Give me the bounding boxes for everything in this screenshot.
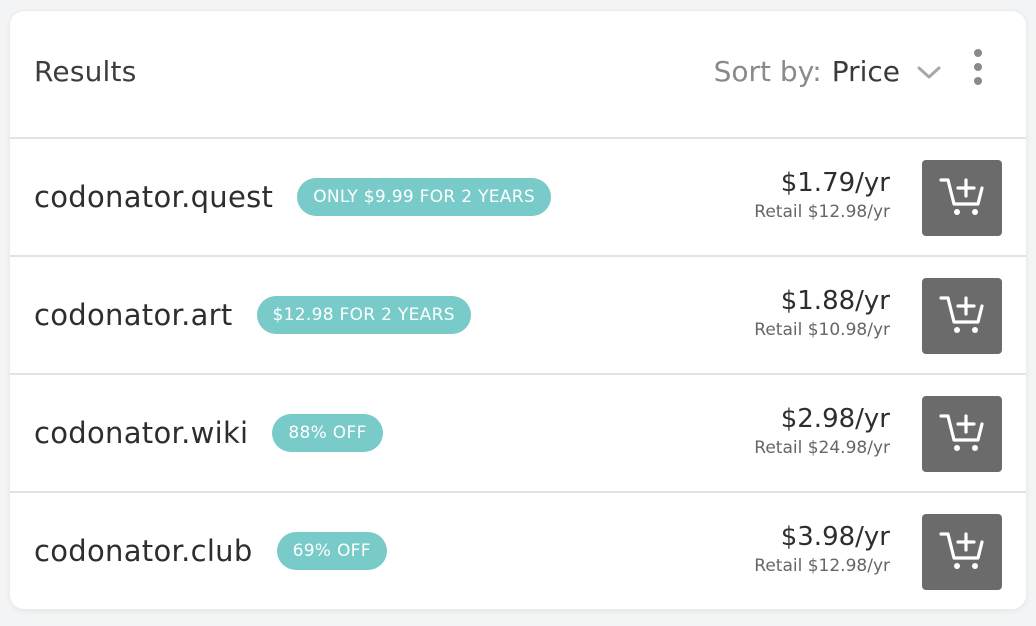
- price: $2.98/yr: [780, 404, 890, 434]
- add-to-cart-icon: [938, 292, 986, 340]
- more-options-icon[interactable]: [970, 47, 986, 87]
- price: $1.88/yr: [780, 286, 890, 316]
- result-row: codonator.quest ONLY $9.99 FOR 2 YEARS $…: [10, 139, 1026, 257]
- result-row: codonator.club 69% OFF $3.98/yr Retail $…: [10, 493, 1026, 609]
- price: $1.79/yr: [780, 168, 890, 198]
- domain-name[interactable]: codonator.wiki: [34, 416, 248, 450]
- add-to-cart-icon: [938, 528, 986, 576]
- add-to-cart-icon: [938, 174, 986, 222]
- chevron-down-icon: [916, 63, 942, 81]
- results-card: Results Sort by: Price codonator.quest O…: [10, 11, 1026, 609]
- add-to-cart-icon: [938, 410, 986, 458]
- add-to-cart-button[interactable]: [922, 514, 1002, 590]
- retail-price: Retail $24.98/yr: [754, 438, 890, 458]
- domain-name[interactable]: codonator.art: [34, 298, 233, 332]
- promo-badge: 69% OFF: [276, 532, 387, 570]
- retail-price: Retail $10.98/yr: [754, 320, 890, 340]
- result-row: codonator.art $12.98 FOR 2 YEARS $1.88/y…: [10, 257, 1026, 375]
- add-to-cart-button[interactable]: [922, 278, 1002, 354]
- promo-badge: $12.98 FOR 2 YEARS: [256, 296, 471, 334]
- sort-value: Price: [831, 55, 900, 88]
- domain-name[interactable]: codonator.quest: [34, 180, 273, 214]
- retail-price: Retail $12.98/yr: [754, 556, 890, 576]
- add-to-cart-button[interactable]: [922, 396, 1002, 472]
- results-header: Results Sort by: Price: [10, 11, 1026, 139]
- results-title: Results: [34, 55, 137, 88]
- promo-badge: 88% OFF: [272, 414, 383, 452]
- domain-name[interactable]: codonator.club: [34, 534, 253, 568]
- promo-badge: ONLY $9.99 FOR 2 YEARS: [297, 178, 551, 216]
- sort-label: Sort by:: [713, 55, 822, 88]
- sort-dropdown[interactable]: Sort by: Price: [714, 55, 942, 88]
- add-to-cart-button[interactable]: [922, 160, 1002, 236]
- price: $3.98/yr: [780, 522, 890, 552]
- result-row: codonator.wiki 88% OFF $2.98/yr Retail $…: [10, 375, 1026, 493]
- retail-price: Retail $12.98/yr: [754, 202, 890, 222]
